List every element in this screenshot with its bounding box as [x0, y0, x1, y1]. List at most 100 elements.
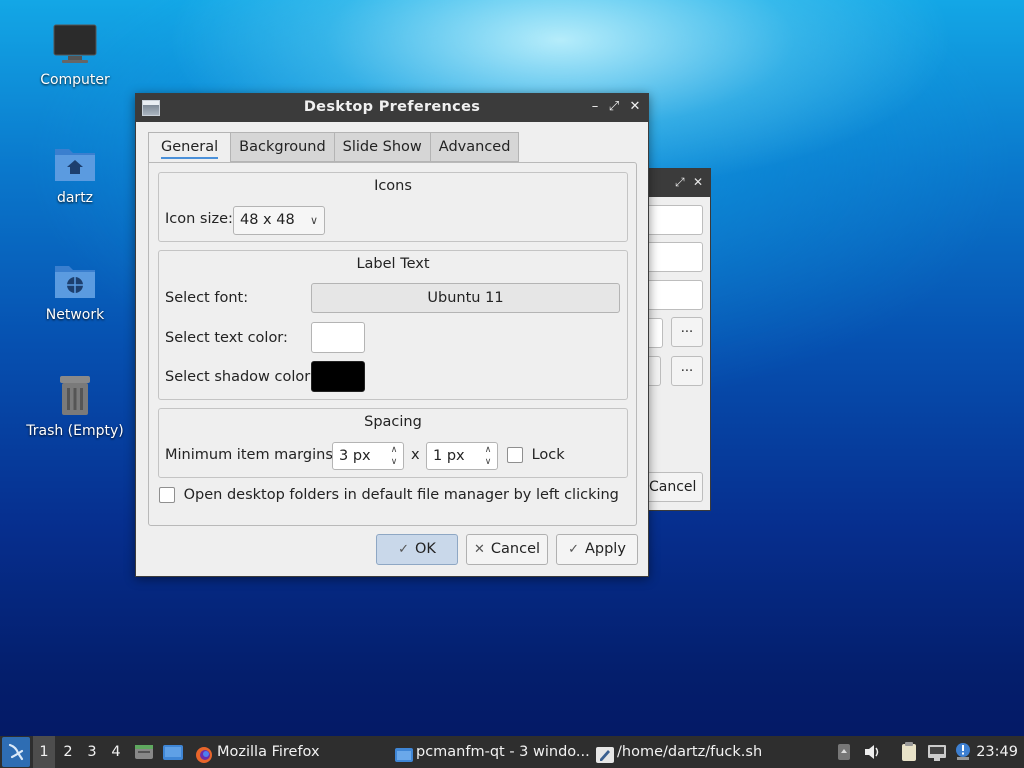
desktop-icon-dartz[interactable]: dartz — [20, 140, 130, 206]
workspace-2[interactable]: 2 — [57, 736, 79, 768]
icon-size-value: 48 x 48 — [240, 212, 295, 228]
file-manager-launcher-icon[interactable] — [162, 736, 184, 768]
label-text-group: Label Text Select font: Ubuntu 11 Select… — [158, 250, 628, 400]
clock[interactable]: 23:49 — [976, 736, 1018, 768]
chevron-down-icon: ∨ — [309, 214, 318, 227]
cancel-label: Cancel — [649, 479, 697, 495]
taskbar: 1 2 3 4 Mozilla Firefox pcmanfm-qt - 3 w… — [0, 736, 1024, 768]
icon-size-label: Icon size: — [165, 211, 233, 227]
workspace-4[interactable]: 4 — [105, 736, 127, 768]
shadow-color-label: Select shadow color: — [165, 369, 315, 385]
task-pcmanfm[interactable]: pcmanfm-qt - 3 windo... — [392, 736, 590, 768]
minimize-icon[interactable]: – — [586, 98, 604, 116]
tray-up-icon[interactable] — [836, 736, 852, 768]
apply-button[interactable]: ✓ Apply — [556, 534, 638, 565]
open-folders-checkbox[interactable] — [159, 487, 175, 503]
text-editor-icon — [595, 744, 614, 763]
spacing-group: Spacing Minimum item margins: 3 px ∧ ∨ x … — [158, 408, 628, 478]
tab-label: Slide Show — [342, 139, 422, 155]
desktop-icon-label: dartz — [56, 190, 94, 206]
cancel-label: Cancel — [490, 541, 541, 557]
lock-checkbox-row[interactable]: Lock — [507, 447, 565, 463]
lock-label: Lock — [531, 447, 565, 463]
spin-arrows-icon[interactable]: ∧ ∨ — [482, 444, 494, 468]
desktop-icon-label: Trash (Empty) — [26, 423, 124, 439]
icon-size-select[interactable]: 48 x 48 ∨ — [233, 206, 325, 235]
margin-x-spinbox[interactable]: 3 px ∧ ∨ — [332, 442, 404, 470]
dialog-titlebar[interactable]: Desktop Preferences – ⤢ ✕ — [136, 94, 648, 122]
margin-y-spinbox[interactable]: 1 px ∧ ∨ — [426, 442, 498, 470]
update-notifier-icon[interactable] — [954, 736, 972, 768]
open-folders-label: Open desktop folders in default file man… — [183, 487, 619, 503]
desktop-icon-computer[interactable]: Computer — [20, 22, 130, 88]
background-window-field[interactable] — [649, 242, 703, 272]
font-label: Select font: — [165, 290, 249, 306]
clear-icon[interactable] — [649, 356, 661, 386]
margin-x-value: 3 px — [339, 448, 371, 464]
lock-checkbox[interactable] — [507, 447, 523, 463]
check-icon: ✓ — [398, 542, 409, 557]
desktop-preferences-dialog: Desktop Preferences – ⤢ ✕ General Backgr… — [135, 93, 649, 577]
background-window-field[interactable] — [649, 280, 703, 310]
desktop-icon-trash[interactable]: Trash (Empty) — [20, 373, 130, 439]
network-tray-icon[interactable] — [927, 736, 947, 768]
workspace-1[interactable]: 1 — [33, 736, 55, 768]
start-menu-button[interactable] — [2, 737, 30, 767]
dialog-title: Desktop Preferences — [303, 99, 481, 115]
clipboard-icon[interactable] — [900, 736, 918, 768]
computer-icon — [52, 22, 98, 68]
background-window-field[interactable] — [649, 205, 703, 235]
task-firefox[interactable]: Mozilla Firefox — [193, 736, 320, 768]
icons-group-title: Icons — [374, 178, 412, 194]
task-label: pcmanfm-qt - 3 windo... — [416, 744, 590, 760]
browse-button[interactable]: ... — [671, 317, 703, 347]
tab-bar: General Background Slide Show Advanced — [148, 132, 520, 163]
desktop-icon-network[interactable]: Network — [20, 257, 130, 323]
ok-button[interactable]: ✓ OK — [376, 534, 458, 565]
desktop-icon-label: Network — [45, 307, 105, 323]
tab-label: Advanced — [438, 139, 511, 155]
task-label: /home/dartz/fuck.sh — [617, 744, 763, 760]
shadow-color-button[interactable] — [311, 361, 365, 392]
maximize-icon[interactable]: ⤢ — [675, 175, 685, 190]
open-folders-row[interactable]: Open desktop folders in default file man… — [159, 487, 619, 503]
volume-icon[interactable] — [862, 736, 882, 768]
firefox-icon — [195, 744, 213, 763]
text-color-label: Select text color: — [165, 330, 288, 346]
background-cancel-button[interactable]: Cancel — [649, 472, 703, 502]
folder-icon — [394, 744, 413, 762]
select-font-button[interactable]: Ubuntu 11 — [311, 283, 620, 313]
background-window-titlebar[interactable]: ⤢ ✕ — [649, 169, 710, 197]
text-color-button[interactable] — [311, 322, 365, 353]
close-icon: ✕ — [473, 542, 485, 557]
ok-label: OK — [414, 541, 436, 557]
tab-label: Background — [239, 139, 326, 155]
maximize-icon[interactable]: ⤢ — [605, 98, 623, 116]
desktop-icon-label: Computer — [40, 72, 110, 88]
general-page: Icons Icon size: 48 x 48 ∨ Label Text Se… — [148, 162, 637, 526]
spin-arrows-icon[interactable]: ∧ ∨ — [388, 444, 400, 468]
margin-y-value: 1 px — [433, 448, 465, 464]
tab-label: General — [161, 139, 219, 159]
check-icon: ✓ — [568, 542, 579, 557]
tab-background[interactable]: Background — [231, 132, 335, 162]
task-text-editor[interactable]: /home/dartz/fuck.sh — [593, 736, 762, 768]
task-label: Mozilla Firefox — [217, 744, 320, 760]
icons-group: Icons Icon size: 48 x 48 ∨ — [158, 172, 628, 242]
background-window[interactable]: ⤢ ✕ ... ... Cancel — [648, 168, 711, 511]
cancel-button[interactable]: ✕ Cancel — [466, 534, 548, 565]
trash-icon — [52, 373, 98, 419]
close-icon[interactable]: ✕ — [626, 98, 644, 116]
show-desktop-icon[interactable] — [134, 736, 154, 768]
spacing-group-title: Spacing — [364, 414, 422, 430]
margin-separator: x — [411, 447, 420, 463]
workspace-3[interactable]: 3 — [81, 736, 103, 768]
tab-advanced[interactable]: Advanced — [430, 132, 520, 162]
browse-button[interactable]: ... — [671, 356, 703, 386]
tab-general[interactable]: General — [148, 132, 232, 163]
network-folder-icon — [52, 257, 98, 303]
tab-slide-show[interactable]: Slide Show — [334, 132, 431, 162]
background-window-field[interactable] — [649, 318, 663, 348]
apply-label: Apply — [584, 541, 626, 557]
close-icon[interactable]: ✕ — [693, 175, 703, 189]
